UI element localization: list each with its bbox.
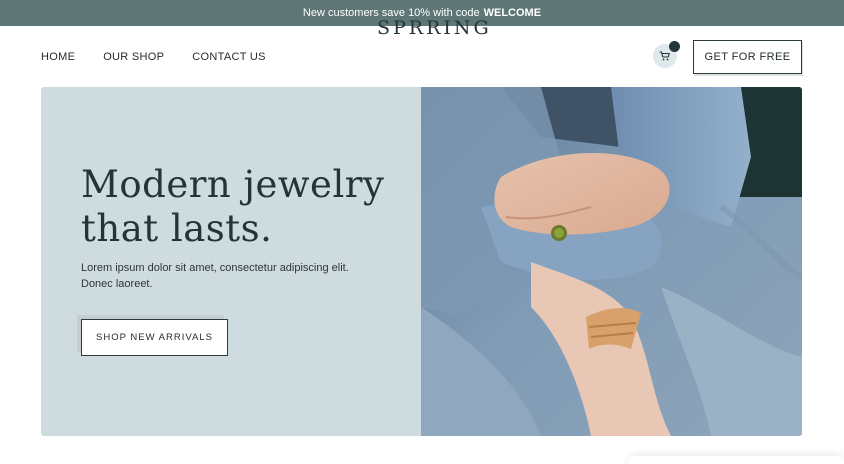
get-for-free-button[interactable]: GET FOR FREE xyxy=(693,40,802,74)
cart-badge xyxy=(669,41,680,52)
nav-links: HOME OUR SHOP CONTACT US xyxy=(41,26,266,87)
hero-description: Lorem ipsum dolor sit amet, consectetur … xyxy=(81,262,349,290)
cart-icon xyxy=(659,51,670,61)
promo-code: WELCOME xyxy=(483,7,542,19)
hero-image xyxy=(421,87,802,436)
shop-new-arrivals-button[interactable]: SHOP NEW ARRIVALS xyxy=(81,319,228,356)
hero-title: Modern jewelry that lasts. xyxy=(81,163,401,251)
nav-link-contact-us[interactable]: CONTACT US xyxy=(192,51,266,63)
floating-panel xyxy=(628,456,844,464)
jewelry-photo xyxy=(421,87,802,436)
brand-logo[interactable]: SPRRING xyxy=(377,17,492,39)
hero-title-line-2: that lasts. xyxy=(81,207,273,250)
hero-title-line-1: Modern jewelry xyxy=(81,163,385,206)
nav-link-our-shop[interactable]: OUR SHOP xyxy=(103,51,164,63)
nav-link-home[interactable]: HOME xyxy=(41,51,75,63)
